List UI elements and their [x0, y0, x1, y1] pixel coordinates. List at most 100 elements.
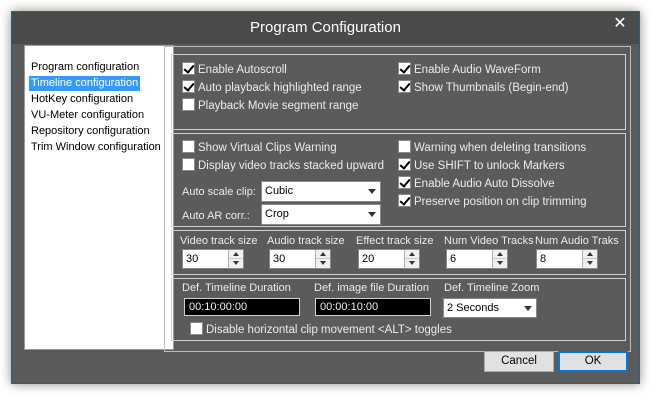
auto-ar-corr-label: Auto AR corr.: — [182, 210, 250, 222]
show-thumbnails-checkbox[interactable]: Show Thumbnails (Begin-end) — [398, 80, 568, 95]
spin-down-icon[interactable] — [229, 259, 243, 268]
chevron-down-icon — [368, 189, 376, 194]
auto-ar-corr-select[interactable]: Crop — [261, 204, 381, 225]
checkbox-checked-icon — [398, 62, 411, 75]
sidebar-item-trim-window-configuration[interactable]: Trim Window configuration — [29, 140, 163, 155]
checkbox-checked-icon — [398, 194, 411, 207]
disable-horizontal-movement-checkbox[interactable]: Disable horizontal clip movement <ALT> t… — [190, 322, 452, 337]
checkbox-checked-icon — [398, 158, 411, 171]
sidebar-item-vu-meter-configuration[interactable]: VU-Meter configuration — [29, 108, 146, 123]
sidebar-item-program-configuration[interactable]: Program configuration — [29, 60, 141, 75]
enable-audio-waveform-checkbox[interactable]: Enable Audio WaveForm — [398, 62, 541, 77]
num-video-tracks-spinner[interactable]: 6 — [446, 249, 508, 269]
num-audio-tracks-value: 8 — [540, 253, 547, 265]
warning-deleting-transitions-checkbox[interactable]: Warning when deleting transitions — [398, 140, 586, 155]
sidebar-item-timeline-configuration[interactable]: Timeline configuration — [27, 75, 142, 92]
audio-auto-dissolve-label: Enable Audio Auto Dissolve — [414, 178, 555, 190]
enable-autoscroll-label: Enable Autoscroll — [198, 64, 287, 76]
sidebar-item-repository-configuration[interactable]: Repository configuration — [29, 124, 152, 139]
stacked-upward-label: Display video tracks stacked upward — [198, 160, 384, 172]
timeline-zoom-select[interactable]: 2 Seconds — [443, 298, 537, 318]
spin-up-icon[interactable] — [583, 250, 597, 259]
spin-up-icon[interactable] — [493, 250, 507, 259]
shift-unlock-markers-checkbox[interactable]: Use SHIFT to unlock Markers — [398, 158, 565, 173]
cancel-button[interactable]: Cancel — [484, 351, 554, 372]
timeline-zoom-value: 2 Seconds — [447, 302, 499, 314]
spin-down-icon[interactable] — [316, 259, 330, 268]
spinner-buttons — [404, 250, 419, 268]
timeline-settings-panel: Enable Autoscroll Auto playback highligh… — [164, 46, 631, 352]
spinner-buttons — [492, 250, 507, 268]
image-file-duration-input[interactable]: 00:00:10:00 — [315, 298, 431, 316]
playback-movie-segment-checkbox[interactable]: Playback Movie segment range — [182, 98, 358, 113]
title-bar[interactable]: Program Configuration ✕ — [12, 12, 639, 44]
auto-scale-clip-select[interactable]: Cubic — [261, 181, 381, 202]
playback-movie-segment-label: Playback Movie segment range — [198, 100, 359, 112]
auto-playback-checkbox[interactable]: Auto playback highlighted range — [182, 80, 362, 95]
preserve-position-label: Preserve position on clip trimming — [414, 196, 587, 208]
effect-track-size-spinner[interactable]: 20 — [358, 249, 420, 269]
audio-auto-dissolve-checkbox[interactable]: Enable Audio Auto Dissolve — [398, 176, 555, 191]
timeline-duration-label: Def. Timeline Duration — [182, 282, 291, 294]
stacked-upward-checkbox[interactable]: Display video tracks stacked upward — [182, 158, 384, 173]
show-virtual-clips-warning-label: Show Virtual Clips Warning — [198, 142, 337, 154]
sidebar-item-hotkey-configuration[interactable]: HotKey configuration — [29, 92, 135, 107]
close-button[interactable]: ✕ — [607, 14, 633, 34]
checkbox-unchecked-icon — [182, 98, 195, 111]
spinner-buttons — [315, 250, 330, 268]
show-virtual-clips-warning-checkbox[interactable]: Show Virtual Clips Warning — [182, 140, 337, 155]
shift-unlock-markers-label: Use SHIFT to unlock Markers — [414, 160, 565, 172]
video-track-size-spinner[interactable]: 30 — [182, 249, 244, 269]
checkbox-unchecked-icon — [398, 140, 411, 153]
num-audio-tracks-spinner[interactable]: 8 — [536, 249, 598, 269]
spin-down-icon[interactable] — [583, 259, 597, 268]
playback-options-group: Enable Autoscroll Auto playback highligh… — [171, 54, 626, 130]
image-file-duration-label: Def. image file Duration — [314, 282, 429, 294]
disable-horizontal-movement-label: Disable horizontal clip movement <ALT> t… — [206, 324, 452, 336]
spin-up-icon[interactable] — [229, 250, 243, 259]
window-title: Program Configuration — [250, 19, 401, 36]
spinner-buttons — [582, 250, 597, 268]
chevron-down-icon — [524, 306, 532, 311]
video-track-size-label: Video track size — [180, 235, 258, 247]
ok-button[interactable]: OK — [558, 351, 628, 372]
spin-up-icon[interactable] — [405, 250, 419, 259]
auto-scale-clip-value: Cubic — [265, 185, 294, 197]
spin-down-icon[interactable] — [493, 259, 507, 268]
checkbox-unchecked-icon — [182, 140, 195, 153]
timeline-zoom-label: Def. Timeline Zoom — [444, 282, 540, 294]
checkbox-checked-icon — [182, 80, 195, 93]
video-track-size-value: 30 — [186, 253, 199, 265]
enable-autoscroll-checkbox[interactable]: Enable Autoscroll — [182, 62, 287, 77]
checkbox-checked-icon — [398, 176, 411, 189]
checkbox-unchecked-icon — [190, 322, 203, 335]
effect-track-size-label: Effect track size — [356, 235, 434, 247]
spin-down-icon[interactable] — [405, 259, 419, 268]
auto-ar-corr-value: Crop — [265, 208, 289, 220]
warning-deleting-transitions-label: Warning when deleting transitions — [414, 142, 587, 154]
num-video-tracks-label: Num Video Tracks — [444, 235, 534, 247]
config-category-list[interactable]: Program configuration Timeline configura… — [24, 45, 174, 350]
spinner-buttons — [228, 250, 243, 268]
preserve-position-checkbox[interactable]: Preserve position on clip trimming — [398, 194, 587, 209]
program-configuration-window: Program Configuration ✕ Program configur… — [11, 11, 640, 384]
num-video-tracks-value: 6 — [450, 253, 457, 265]
timeline-duration-input[interactable]: 00:10:00:00 — [184, 298, 300, 316]
num-audio-tracks-label: Num Audio Traks — [535, 235, 619, 247]
enable-audio-waveform-label: Enable Audio WaveForm — [414, 64, 541, 76]
auto-playback-label: Auto playback highlighted range — [198, 82, 362, 94]
show-thumbnails-label: Show Thumbnails (Begin-end) — [414, 82, 569, 94]
track-sizes-group: Video track size 30 Audio track size 30 … — [171, 230, 626, 275]
audio-track-size-label: Audio track size — [267, 235, 345, 247]
default-durations-group: Def. Timeline Duration 00:10:00:00 Def. … — [171, 278, 626, 341]
checkbox-checked-icon — [182, 62, 195, 75]
audio-track-size-spinner[interactable]: 30 — [269, 249, 331, 269]
auto-scale-clip-label: Auto scale clip: — [182, 186, 256, 198]
checkbox-unchecked-icon — [182, 158, 195, 171]
chevron-down-icon — [368, 212, 376, 217]
audio-track-size-value: 30 — [273, 253, 286, 265]
checkbox-checked-icon — [398, 80, 411, 93]
spin-up-icon[interactable] — [316, 250, 330, 259]
effect-track-size-value: 20 — [362, 253, 375, 265]
clip-options-group: Show Virtual Clips Warning Display video… — [171, 133, 626, 227]
